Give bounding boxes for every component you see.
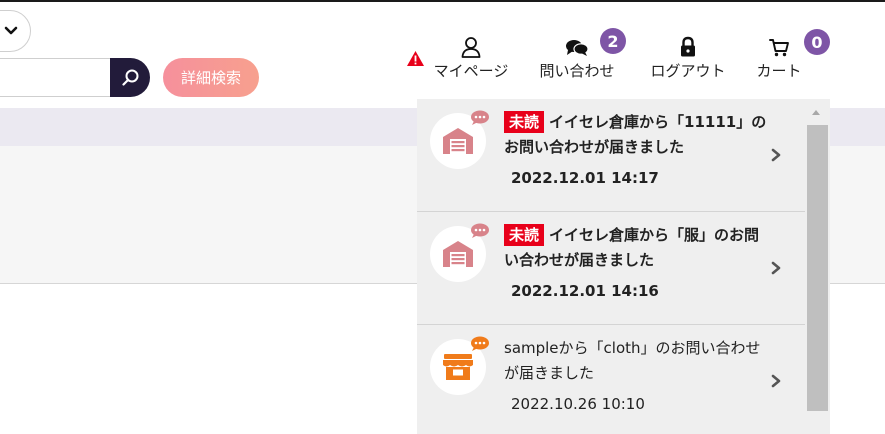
notification-item[interactable]: sampleから「cloth」のお問い合わせが届きました 2022.10.26 … <box>417 325 805 434</box>
cart-badge: 0 <box>804 29 830 55</box>
advanced-search-button[interactable]: 詳細検索 <box>163 58 259 97</box>
top-border <box>0 0 885 2</box>
lock-icon <box>681 36 695 57</box>
unread-tag: 未読 <box>504 224 545 246</box>
cart-icon <box>769 39 789 57</box>
message-bubble-icon <box>471 110 489 125</box>
notification-message: sampleから「cloth」のお問い合わせが届きました <box>504 336 769 386</box>
scroll-up-arrow-icon[interactable] <box>811 109 821 116</box>
warehouse-icon <box>443 128 473 154</box>
chevron-right-icon <box>771 148 781 162</box>
nav-logout-label: ログアウト <box>650 62 726 80</box>
notification-date: 2022.12.01 14:16 <box>511 282 659 300</box>
notification-date: 2022.12.01 14:17 <box>511 169 659 187</box>
warehouse-icon <box>443 241 473 267</box>
nav-mypage[interactable]: マイページ <box>428 36 514 81</box>
user-icon <box>461 37 481 58</box>
inquiry-badge: 2 <box>600 28 626 54</box>
warning-icon <box>407 51 424 66</box>
notification-avatar <box>430 110 489 169</box>
nav-cart[interactable]: カート <box>750 36 808 81</box>
scrollbar-thumb[interactable] <box>807 125 828 411</box>
notification-message: 未読 イイセレ倉庫から「服」のお問い合わせが届きました <box>504 223 769 273</box>
search-icon <box>122 69 139 86</box>
nav-inquiry-label: 問い合わせ <box>539 62 615 80</box>
notification-item[interactable]: 未読 イイセレ倉庫から「11111」のお問い合わせが届きました 2022.12.0… <box>417 99 805 212</box>
chevron-right-icon <box>771 374 781 388</box>
notification-item[interactable]: 未読 イイセレ倉庫から「服」のお問い合わせが届きました 2022.12.01 14… <box>417 212 805 325</box>
notification-dropdown: 未読 イイセレ倉庫から「11111」のお問い合わせが届きました 2022.12.0… <box>417 99 830 434</box>
unread-tag: 未読 <box>504 111 545 133</box>
shop-icon <box>443 354 473 380</box>
notification-message: 未読 イイセレ倉庫から「11111」のお問い合わせが届きました <box>504 110 769 160</box>
search-button[interactable] <box>110 58 150 97</box>
notification-avatar <box>430 223 489 282</box>
chevron-right-icon <box>771 261 781 275</box>
search-input[interactable] <box>0 58 112 97</box>
nav-mypage-label: マイページ <box>433 62 509 80</box>
nav-logout[interactable]: ログアウト <box>644 36 732 81</box>
notification-date: 2022.10.26 10:10 <box>511 395 645 413</box>
chat-bubbles-icon <box>566 40 589 56</box>
category-select[interactable] <box>0 10 31 52</box>
notification-text: sampleから「cloth」のお問い合わせが届きました <box>504 339 761 382</box>
message-bubble-icon <box>471 336 489 351</box>
notification-avatar <box>430 336 489 395</box>
nav-cart-label: カート <box>756 62 802 80</box>
chevron-down-icon <box>4 26 18 35</box>
message-bubble-icon <box>471 223 489 238</box>
